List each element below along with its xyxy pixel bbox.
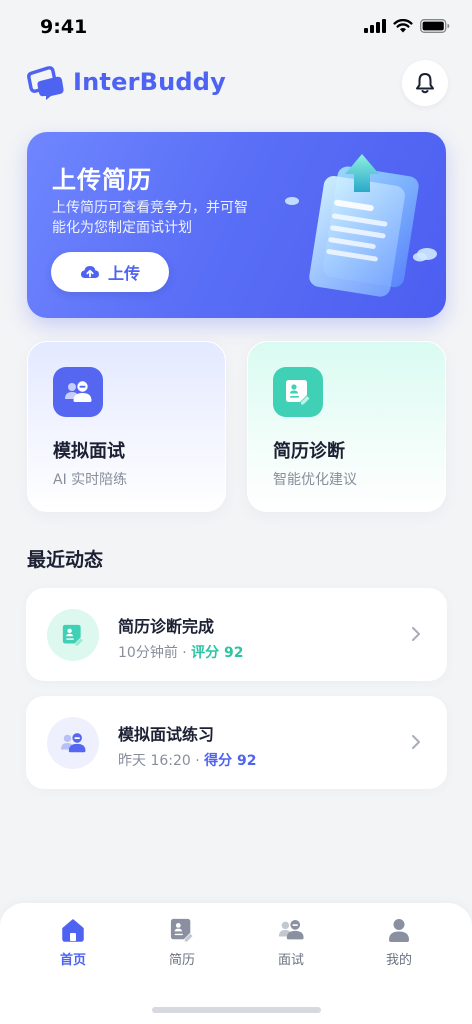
- notification-button[interactable]: [402, 60, 448, 106]
- tab-resume[interactable]: 简历: [142, 917, 222, 968]
- resume-icon: [170, 918, 193, 942]
- home-indicator-area: [0, 979, 472, 1024]
- tab-label: 简历: [168, 953, 195, 968]
- upload-button-label: 上传: [107, 264, 140, 283]
- activity-time: 10分钟前 ·: [118, 645, 192, 661]
- tab-home[interactable]: 首页: [33, 917, 113, 968]
- tab-label: 首页: [59, 953, 86, 968]
- activity-item-mock-interview[interactable]: 模拟面试练习 昨天 16:20 · 得分 92: [26, 696, 447, 789]
- status-time: 9:41: [40, 16, 88, 38]
- home-indicator[interactable]: [152, 1007, 321, 1013]
- recent-activity-title: 最近动态: [27, 549, 104, 571]
- activity-score: 得分 92: [204, 753, 257, 769]
- tab-label: 面试: [277, 953, 304, 968]
- wifi-icon: [393, 19, 413, 33]
- bottom-tab-bar: 首页 简历 面试 我的: [0, 903, 472, 979]
- interview-icon: [53, 367, 103, 417]
- upload-resume-card: 上传简历 上传简历可查看竞争力，并可智能化为您制定面试计划 上传: [27, 132, 446, 318]
- interview-icon: [278, 920, 304, 940]
- resume-icon: [273, 367, 323, 417]
- upload-description: 上传简历可查看竞争力，并可智能化为您制定面试计划: [52, 200, 248, 236]
- upload-title: 上传简历: [52, 166, 152, 194]
- feature-title: 简历诊断: [273, 441, 345, 462]
- resume-diagnosis-card[interactable]: 简历诊断 智能优化建议: [247, 341, 446, 512]
- activity-meta: 10分钟前 · 评分 92: [118, 642, 244, 662]
- status-bar: 9:41: [0, 0, 472, 56]
- logo-icon: [27, 66, 64, 100]
- app-title: InterBuddy: [73, 68, 226, 96]
- tab-label: 我的: [385, 953, 412, 968]
- feature-subtitle: 智能优化建议: [273, 472, 357, 488]
- status-icons: [364, 19, 450, 33]
- activity-title: 模拟面试练习: [118, 725, 215, 744]
- signal-icon: [364, 19, 386, 33]
- document-upload-illustration: [285, 154, 437, 297]
- activity-item-resume-diagnosis[interactable]: 简历诊断完成 10分钟前 · 评分 92: [26, 588, 447, 681]
- tab-me[interactable]: 我的: [359, 917, 439, 968]
- tab-interview[interactable]: 面试: [251, 917, 331, 968]
- interview-icon: [47, 717, 99, 769]
- activity-meta: 昨天 16:20 · 得分 92: [118, 750, 257, 770]
- user-icon: [389, 919, 409, 942]
- resume-icon: [47, 609, 99, 661]
- chevron-right-icon: [412, 627, 420, 641]
- chevron-right-icon: [412, 735, 420, 749]
- battery-icon: [420, 19, 450, 33]
- upload-button[interactable]: 上传: [51, 252, 169, 292]
- cloud-upload-icon: [80, 266, 99, 278]
- bell-icon: [416, 73, 434, 94]
- activity-time: 昨天 16:20 ·: [118, 753, 205, 769]
- activity-title: 简历诊断完成: [118, 617, 215, 636]
- mock-interview-card[interactable]: 模拟面试 AI 实时陪练: [27, 341, 226, 512]
- home-icon: [62, 919, 84, 942]
- feature-title: 模拟面试: [53, 441, 125, 462]
- app-header: InterBuddy: [0, 58, 472, 108]
- activity-score: 评分 92: [191, 645, 244, 661]
- feature-subtitle: AI 实时陪练: [53, 472, 128, 488]
